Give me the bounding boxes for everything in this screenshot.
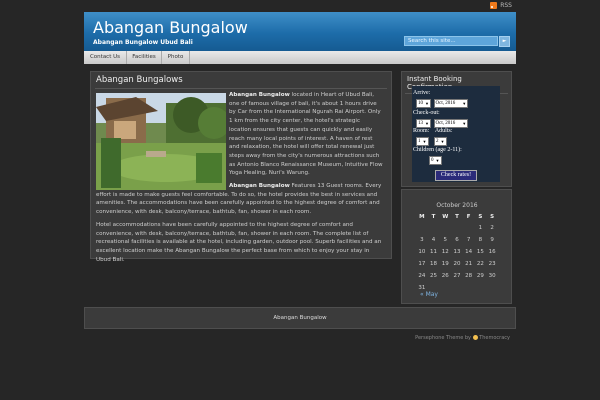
- site-title[interactable]: Abangan Bungalow: [93, 18, 248, 37]
- arrive-day-select[interactable]: 10: [416, 99, 431, 108]
- calendar-day: [486, 282, 498, 294]
- footer-text: Abangan Bungalow: [273, 315, 327, 321]
- calendar-day: 19: [441, 261, 449, 267]
- rss-link[interactable]: RSS: [490, 2, 512, 9]
- calendar-day: 5: [443, 237, 448, 243]
- checkout-day-select[interactable]: 13: [416, 119, 431, 128]
- main-nav: Contact Us Facilities Photo: [84, 51, 516, 64]
- calendar-day: 7: [466, 237, 471, 243]
- calendar-day-header: T: [455, 214, 459, 220]
- checkout-month-select[interactable]: Oct, 2016: [433, 119, 469, 128]
- calendar-day-header: M: [419, 214, 425, 220]
- calendar-day: 30: [488, 273, 496, 279]
- calendar-day: 6: [455, 237, 459, 243]
- booking-widget: Instant Booking Confirmation Arrive: 10 …: [401, 71, 512, 187]
- calendar-day: [451, 222, 463, 234]
- calendar-week: 10 11 12 13 14 15 16: [416, 246, 498, 258]
- calendar-day: 3: [420, 237, 424, 243]
- rss-label: RSS: [500, 2, 512, 9]
- children-label: Children (age 2-11):: [413, 147, 462, 153]
- calendar: October 2016 MTWTFSS 1 2 3 4 5 6 7 8 9 10 11 12 13 14…: [416, 202, 498, 294]
- calendar-day: 27: [453, 273, 461, 279]
- calendar-day: 14: [465, 249, 473, 255]
- calendar-day: 28: [465, 273, 473, 279]
- calendar-week: 3 4 5 6 7 8 9: [416, 234, 498, 246]
- calendar-day: [428, 222, 440, 234]
- calendar-day: 22: [476, 261, 484, 267]
- nav-item-contact-us[interactable]: Contact Us: [84, 51, 127, 64]
- calendar-day: 26: [441, 273, 449, 279]
- check-rates-button[interactable]: Check rates!: [435, 170, 477, 181]
- theme-credit: Persephone Theme by Themocracy: [415, 335, 510, 341]
- calendar-day: 9: [490, 237, 494, 243]
- calendar-day: 15: [476, 249, 484, 255]
- theme-credit-text[interactable]: Persephone Theme by: [415, 335, 471, 341]
- calendar-week: 17 18 19 20 21 22 23: [416, 258, 498, 270]
- calendar-day: [416, 222, 428, 234]
- calendar-day-header: S: [478, 214, 483, 220]
- calendar-day: 29: [476, 273, 484, 279]
- calendar-day: 16: [488, 249, 496, 255]
- title-divider: [95, 88, 387, 89]
- calendar-day-header: W: [442, 214, 449, 220]
- calendar-week: 12: [416, 222, 498, 234]
- themocracy-icon: [472, 335, 478, 340]
- calendar-day-header: S: [490, 214, 495, 220]
- room-select[interactable]: 1: [416, 137, 429, 146]
- post-paragraph: Hotel accommodations have been carefully…: [96, 221, 382, 263]
- calendar-day: [439, 282, 451, 294]
- calendar-day: 12: [441, 249, 449, 255]
- booking-form: Arrive: 10 Oct, 2016 Check-out: 13 Oct, …: [412, 86, 500, 182]
- calendar-day: 18: [430, 261, 438, 267]
- calendar-day: 4: [431, 237, 436, 243]
- calendar-day: 13: [453, 249, 461, 255]
- adults-label: Adults:: [434, 128, 453, 134]
- calendar-day: 20: [453, 261, 461, 267]
- bungalow-garden-photo: [96, 93, 226, 190]
- site-description: Abangan Bungalow Ubud Bali: [93, 39, 193, 46]
- calendar-day: 21: [465, 261, 473, 267]
- calendar-widget: October 2016 MTWTFSS 1 2 3 4 5 6 7 8 9 10 11 12 13 14…: [401, 189, 512, 304]
- calendar-day: [463, 222, 475, 234]
- hotel-name-strong: Abangan Bungalow: [229, 92, 290, 98]
- calendar-day: 24: [418, 273, 426, 279]
- calendar-day: 2: [490, 225, 494, 231]
- calendar-day: [475, 282, 487, 294]
- calendar-caption: October 2016: [436, 202, 478, 209]
- search-input[interactable]: Search this site...: [404, 36, 498, 46]
- rss-icon: [490, 2, 498, 9]
- calendar-day: 8: [478, 237, 483, 243]
- calendar-day: 10: [418, 249, 426, 255]
- footer: Abangan Bungalow: [84, 307, 516, 329]
- calendar-day: [439, 222, 451, 234]
- calendar-day: 23: [488, 261, 496, 267]
- nav-item-facilities[interactable]: Facilities: [127, 51, 162, 64]
- hotel-name-strong: Abangan Bungalow: [229, 183, 290, 190]
- site-header: Abangan Bungalow Abangan Bungalow Ubud B…: [84, 12, 516, 51]
- calendar-day: [463, 282, 475, 294]
- post-title[interactable]: Abangan Bungalows: [96, 75, 183, 85]
- nav-item-photo[interactable]: Photo: [162, 51, 190, 64]
- calendar-table: MTWTFSS 1 2 3 4 5 6 7 8 9 10 11 12 13 14 15 16 17 18 19 20 2…: [416, 212, 498, 294]
- calendar-day: 17: [418, 261, 426, 267]
- room-label: Room:: [413, 128, 430, 134]
- calendar-day: [451, 282, 463, 294]
- calendar-day: 11: [430, 249, 438, 255]
- arrive-month-select[interactable]: Oct, 2016: [433, 99, 469, 108]
- checkout-label: Check-out:: [413, 110, 440, 116]
- arrive-label: Arrive:: [413, 90, 431, 96]
- calendar-day-header: F: [466, 214, 471, 220]
- calendar-day: 25: [430, 273, 438, 279]
- search-button[interactable]: ►: [499, 36, 510, 47]
- theme-author-link[interactable]: Themocracy: [479, 335, 510, 341]
- main-post: Abangan Bungalows Abangan Bungalow locat…: [90, 71, 392, 263]
- calendar-prev-link[interactable]: « May: [420, 291, 438, 298]
- adults-select[interactable]: 2: [434, 137, 447, 146]
- paragraph-text: located in Heart of Ubud Bali, one of fa…: [229, 92, 383, 177]
- calendar-week: 24 25 26 27 28 29 30: [416, 270, 498, 282]
- calendar-day: 1: [478, 225, 483, 231]
- calendar-day-header: T: [431, 214, 436, 220]
